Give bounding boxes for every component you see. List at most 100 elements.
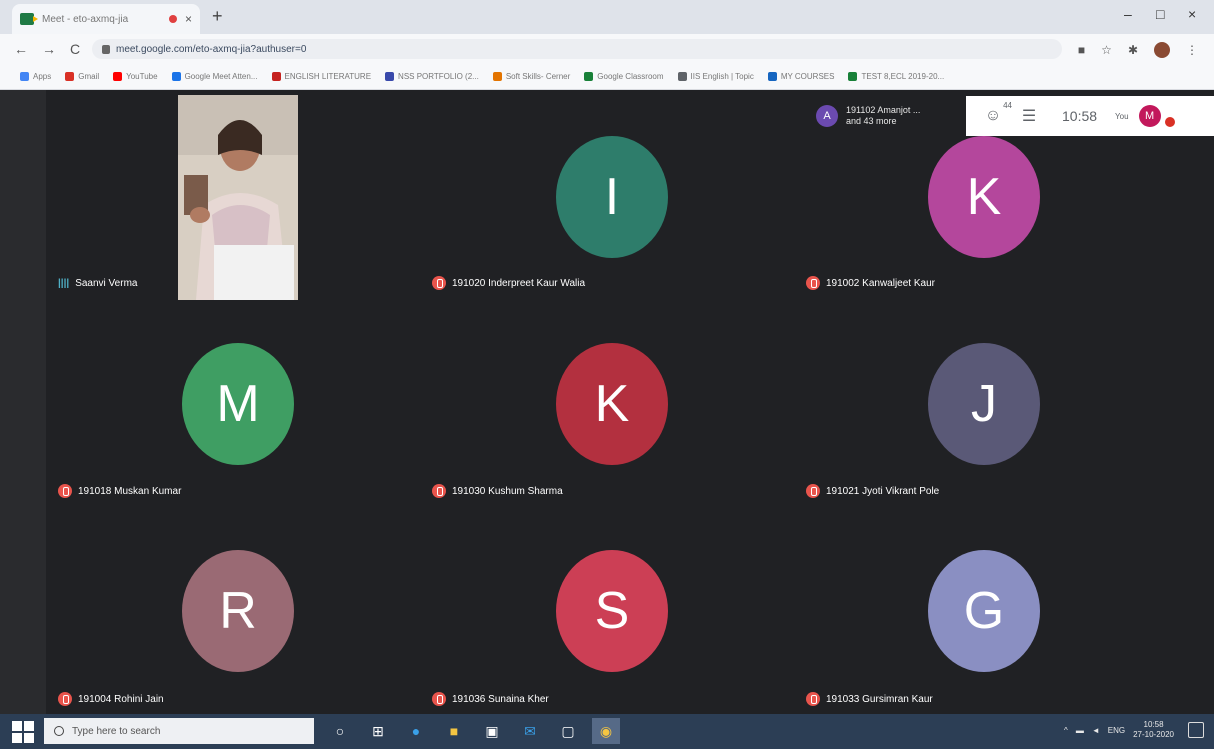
reload-button[interactable]: C xyxy=(70,41,80,57)
toolbar-right-icons: ■ ☆ ✱ ⋮ xyxy=(1078,42,1198,58)
bookmark-favicon-icon xyxy=(271,72,281,81)
tab-close-icon[interactable]: × xyxy=(185,12,192,26)
tray-date: 27-10-2020 xyxy=(1133,730,1174,739)
participant-name-label: 191002 Kanwaljeet Kaur xyxy=(806,276,935,290)
bookmark-item[interactable]: MY COURSES xyxy=(767,72,835,81)
participant-avatar[interactable]: M xyxy=(182,343,294,465)
participant-name-label: 191018 Muskan Kumar xyxy=(58,484,181,498)
windows-start-button[interactable] xyxy=(12,720,34,743)
bookmark-favicon-icon xyxy=(677,72,687,81)
bookmark-favicon-icon xyxy=(848,72,858,81)
participant-name: 191018 Muskan Kumar xyxy=(78,485,182,497)
people-button[interactable]: ☺ 44 xyxy=(980,101,1012,125)
bookmark-label: ENGLISH LITERATURE xyxy=(284,72,372,81)
file-explorer-icon[interactable]: ■ xyxy=(440,718,468,744)
tray-time: 10:58 xyxy=(1143,720,1164,729)
photos-icon[interactable]: ▢ xyxy=(554,718,582,744)
task-view-icon[interactable]: ⊞ xyxy=(364,718,392,744)
mic-muted-icon xyxy=(58,692,72,706)
participant-name: 191002 Kanwaljeet Kaur xyxy=(826,277,935,289)
taskbar-apps: ○ ⊞ ● ■ ▣ ✉ ▢ ◉ xyxy=(326,718,620,744)
chrome-icon[interactable]: ◉ xyxy=(592,718,620,744)
meet-left-strip xyxy=(0,90,46,714)
address-bar[interactable]: meet.google.com/eto-axmq-jia?authuser=0 xyxy=(92,39,1062,59)
participant-avatar[interactable]: K xyxy=(928,136,1040,258)
participant-name-label: 191030 Kushum Sharma xyxy=(432,484,563,498)
participant-name: 191004 Rohini Jain xyxy=(78,693,164,705)
taskbar-search-box[interactable]: Type here to search xyxy=(44,718,314,744)
bookmark-label: Apps xyxy=(33,72,52,81)
mic-muted-icon xyxy=(806,692,820,706)
participant-avatar[interactable]: J xyxy=(928,343,1040,465)
back-button[interactable]: ← xyxy=(14,41,28,57)
star-icon[interactable]: ☆ xyxy=(1101,43,1112,57)
bookmark-item[interactable]: Gmail xyxy=(65,72,99,81)
participant-name: 191020 Inderpreet Kaur Walia xyxy=(452,277,586,289)
participant-name: 191036 Sunaina Kher xyxy=(452,693,549,705)
my-account-avatar[interactable]: M xyxy=(1138,105,1161,127)
menu-kebab-icon[interactable]: ⋮ xyxy=(1186,43,1198,57)
store-icon[interactable]: ▣ xyxy=(478,718,506,744)
bookmark-item[interactable]: Soft Skills- Cerner xyxy=(492,72,571,81)
participant-avatar[interactable]: G xyxy=(928,550,1040,672)
bookmark-favicon-icon xyxy=(767,72,777,81)
mic-muted-icon xyxy=(806,276,820,290)
presenter-indicator[interactable]: A 191102 Amanjot ... and 43 more xyxy=(816,96,920,136)
browser-tab[interactable]: Meet - eto-axmq-jia × xyxy=(12,4,200,34)
bookmark-item[interactable]: YouTube xyxy=(113,72,158,81)
mail-icon[interactable]: ✉ xyxy=(516,718,544,744)
meeting-clock: 10:58 xyxy=(1062,108,1098,124)
camera-icon[interactable]: ■ xyxy=(1078,43,1085,57)
chat-button[interactable]: ☰ xyxy=(1016,106,1042,126)
presenter-text: 191102 Amanjot ... and 43 more xyxy=(846,105,920,127)
new-tab-button[interactable]: + xyxy=(212,6,223,27)
bookmark-item[interactable]: Apps xyxy=(20,72,51,81)
bookmark-label: Soft Skills- Cerner xyxy=(505,72,571,81)
forward-button[interactable]: → xyxy=(42,41,56,57)
action-center-icon[interactable] xyxy=(1188,722,1204,738)
participant-avatar[interactable]: K xyxy=(556,343,668,465)
people-icon: ☺ xyxy=(984,107,1002,124)
meet-favicon-icon xyxy=(20,13,38,25)
bookmark-label: MY COURSES xyxy=(780,72,835,81)
bookmark-label: IIS English | Topic xyxy=(690,72,754,81)
participant-name: 191030 Kushum Sharma xyxy=(452,485,563,497)
windows-taskbar: Type here to search ○ ⊞ ● ■ ▣ ✉ ▢ ◉ ^ ▬ … xyxy=(0,714,1214,749)
language-indicator[interactable]: ENG xyxy=(1108,726,1125,735)
self-view-name-label: |||| Saanvi Verma xyxy=(58,278,137,289)
tray-clock[interactable]: 10:58 27-10-2020 xyxy=(1133,720,1174,740)
volume-icon[interactable]: ◄ xyxy=(1092,726,1100,735)
network-icon[interactable]: ▬ xyxy=(1076,726,1084,735)
bookmark-item[interactable]: Google Meet Atten... xyxy=(171,72,258,81)
participant-name-label: 191021 Jyoti Vikrant Pole xyxy=(806,484,939,498)
bookmark-item[interactable]: Google Classroom xyxy=(584,72,664,81)
participant-name: Saanvi Verma xyxy=(75,278,138,289)
participant-name-label: 191004 Rohini Jain xyxy=(58,692,164,706)
chevron-up-icon[interactable]: ^ xyxy=(1064,726,1068,735)
participants-count: 44 xyxy=(1003,101,1012,110)
bookmark-item[interactable]: IIS English | Topic xyxy=(677,72,754,81)
lock-icon xyxy=(102,44,110,54)
presenter-avatar: A xyxy=(816,105,838,127)
participant-name-label: 191036 Sunaina Kher xyxy=(432,692,549,706)
tab-title: Meet - eto-axmq-jia xyxy=(42,13,129,25)
maximize-button[interactable]: □ xyxy=(1156,6,1164,22)
participant-avatar[interactable]: R xyxy=(182,550,294,672)
extensions-icon[interactable]: ✱ xyxy=(1128,43,1138,57)
you-label: You xyxy=(1115,111,1129,121)
bookmark-label: Google Meet Atten... xyxy=(184,72,258,81)
bookmark-item[interactable]: ENGLISH LITERATURE xyxy=(271,72,372,81)
speaking-indicator-icon: |||| xyxy=(58,278,70,289)
cortana-icon[interactable]: ○ xyxy=(326,718,354,744)
close-window-button[interactable]: × xyxy=(1188,6,1196,22)
bookmark-item[interactable]: NSS PORTFOLIO (2... xyxy=(385,72,479,81)
participant-name-label: 191033 Gursimran Kaur xyxy=(806,692,933,706)
minimize-button[interactable]: – xyxy=(1124,6,1132,22)
profile-avatar[interactable] xyxy=(1154,42,1170,58)
edge-icon[interactable]: ● xyxy=(402,718,430,744)
participant-avatar[interactable]: S xyxy=(556,550,668,672)
meet-header-controls: ☺ 44 ☰ 10:58 You M xyxy=(966,96,1214,136)
bookmark-item[interactable]: TEST 8,ECL 2019-20... xyxy=(848,72,944,81)
mic-muted-icon xyxy=(432,484,446,498)
participant-avatar[interactable]: I xyxy=(556,136,668,258)
